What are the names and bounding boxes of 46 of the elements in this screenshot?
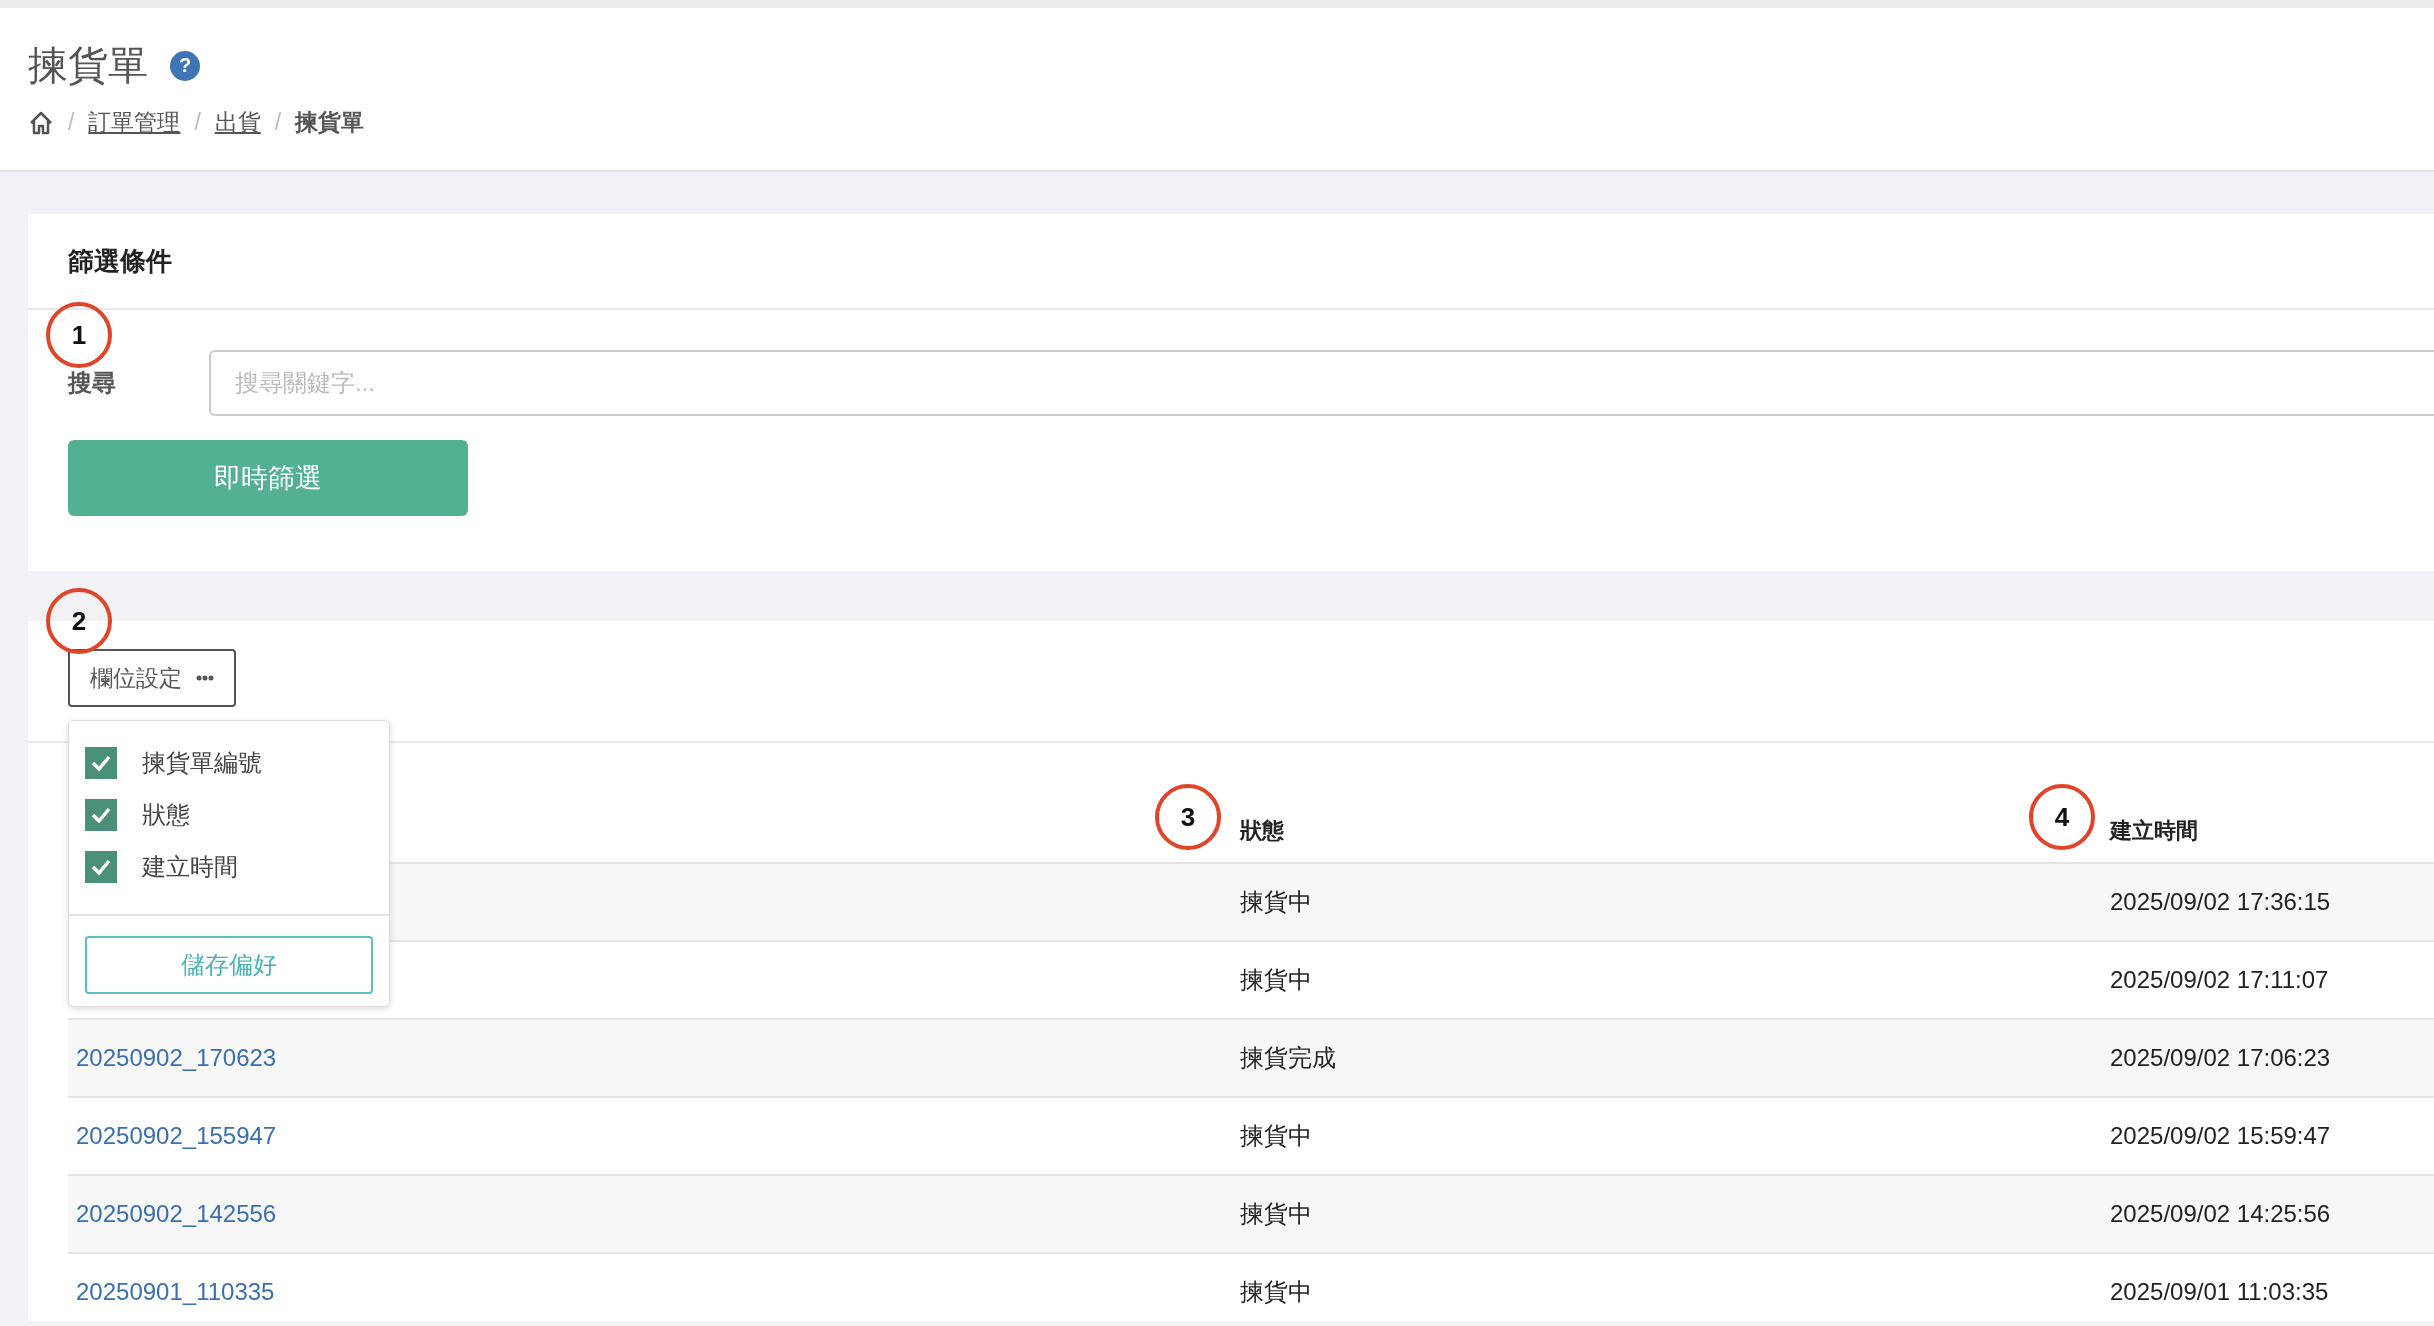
time-cell-text: 2025/09/02 15:59:47 [2109, 1122, 2332, 1150]
time-cell-text: 2025/09/02 17:11:07 [2109, 966, 2330, 994]
breadcrumb-link[interactable]: 出貨 [214, 107, 261, 138]
more-icon [196, 675, 214, 681]
help-icon[interactable]: ? [170, 50, 200, 81]
order-link[interactable]: 20250901_110335 [68, 1278, 1232, 1306]
breadcrumb-separator: / [68, 109, 75, 136]
checkbox[interactable] [85, 747, 117, 779]
time-cell-text: 2025/09/02 14:25:56 [2109, 1200, 2332, 1228]
checkmark-icon [90, 754, 112, 772]
order-link[interactable]: 20250902_142556 [68, 1200, 1232, 1228]
annotation-marker: 3 [1155, 784, 1221, 850]
option-label: 揀貨單編號 [142, 748, 262, 778]
annotation-marker: 2 [46, 588, 112, 654]
page-title: 揀貨單 [28, 42, 148, 89]
column-header: 建立時間 [2110, 817, 2198, 845]
search-label: 搜尋 [68, 368, 117, 398]
time-cell-text: 2025/09/01 11:03:35 [2109, 1278, 2330, 1306]
checkbox[interactable] [85, 851, 117, 883]
column-settings-button[interactable]: 欄位設定 [68, 649, 236, 707]
filter-button[interactable]: 即時篩選 [68, 440, 468, 516]
home-icon[interactable] [28, 109, 54, 136]
status-cell-text: 揀貨中 [1239, 1277, 1313, 1307]
annotation-marker: 4 [2029, 784, 2095, 850]
breadcrumb-separator: / [274, 109, 282, 136]
checkmark-icon [90, 858, 112, 876]
breadcrumb-separator: / [194, 109, 201, 136]
breadcrumb-current: 揀貨單 [295, 108, 365, 137]
status-cell-text: 揀貨中 [1239, 1121, 1313, 1151]
status-cell-text: 揀貨中 [1239, 1199, 1313, 1229]
section-title: 篩選條件 [68, 244, 172, 278]
order-link[interactable]: 20250902_170623 [68, 1044, 1232, 1072]
checkbox[interactable] [85, 799, 117, 831]
time-cell-text: 2025/09/02 17:36:15 [2109, 888, 2332, 916]
order-link[interactable]: 20250902_155947 [68, 1122, 1232, 1150]
time-cell-text: 2025/09/02 17:06:23 [2109, 1044, 2332, 1072]
status-cell-text: 揀貨中 [1239, 965, 1313, 995]
status-cell-text: 揀貨完成 [1239, 1043, 1337, 1073]
breadcrumb-link[interactable]: 訂單管理 [88, 107, 181, 138]
checkmark-icon [90, 806, 112, 824]
annotation-marker: 1 [46, 302, 112, 368]
column-header: 狀態 [1240, 817, 1284, 845]
status-cell-text: 揀貨中 [1239, 887, 1313, 917]
option-label: 建立時間 [142, 852, 238, 882]
option-label: 狀態 [142, 800, 190, 830]
search-field[interactable]: 搜尋關鍵字... [209, 350, 2434, 416]
